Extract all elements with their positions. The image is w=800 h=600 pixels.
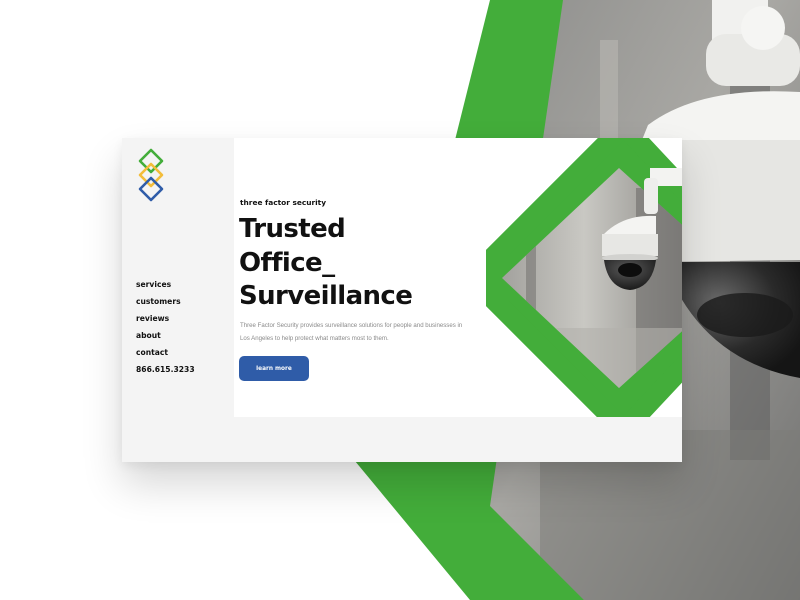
nav-item-phone[interactable]: 866.615.3233 — [136, 363, 195, 380]
hero-description: Three Factor Security provides surveilla… — [240, 322, 463, 342]
three-linked-diamonds-icon[interactable] — [136, 148, 166, 204]
landing-page-card: services customers reviews about contact… — [122, 138, 682, 462]
title-line-2: Office_ — [239, 247, 335, 278]
security-camera-photo-icon — [486, 138, 682, 417]
nav-item-contact[interactable]: contact — [136, 346, 195, 363]
hero-panel: three factor security Trusted Office_ Su… — [234, 138, 682, 417]
nav-menu: services customers reviews about contact… — [136, 278, 195, 380]
learn-more-button[interactable]: learn more — [239, 356, 309, 381]
brand-tagline: three factor security — [240, 198, 327, 207]
title-line-3: Surveillance — [239, 281, 413, 311]
page-title: Trusted Office_ Surveillance — [239, 213, 413, 314]
sidebar: services customers reviews about contact… — [122, 138, 234, 462]
nav-item-about[interactable]: about — [136, 329, 195, 346]
nav-item-services[interactable]: services — [136, 278, 195, 295]
nav-item-customers[interactable]: customers — [136, 295, 195, 312]
title-line-1: Trusted — [239, 214, 346, 244]
nav-item-reviews[interactable]: reviews — [136, 312, 195, 329]
